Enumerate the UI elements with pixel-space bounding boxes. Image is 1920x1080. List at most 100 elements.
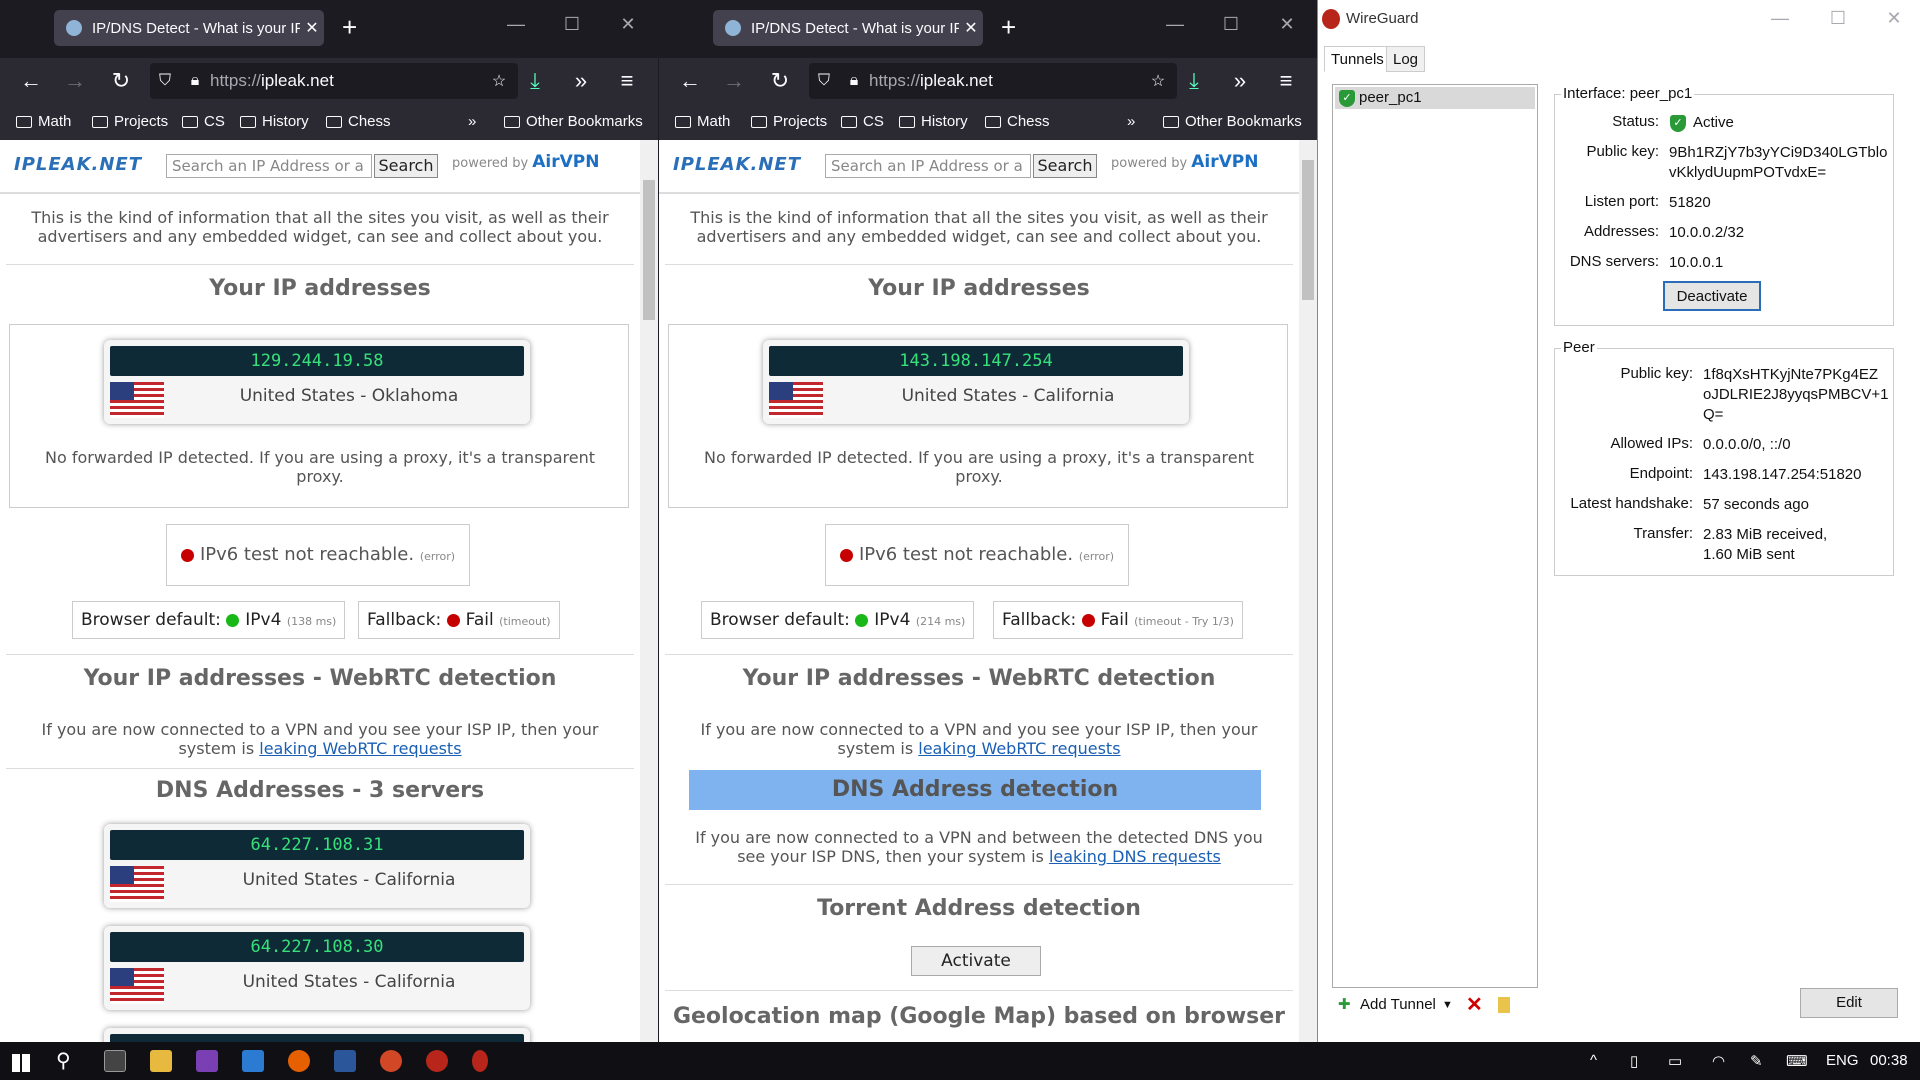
search-input[interactable]: Search an IP Address or a bbox=[825, 154, 1031, 178]
lock-icon[interactable]: 🔒︎ bbox=[839, 72, 869, 90]
shield-icon[interactable]: ⛉ bbox=[150, 72, 180, 90]
close-tab-icon[interactable]: ✕ bbox=[300, 18, 324, 38]
tunnel-item[interactable]: ✓ peer_pc1 bbox=[1335, 87, 1535, 109]
download-icon[interactable]: ⤓ bbox=[520, 66, 550, 96]
bookmark-projects[interactable]: Projects bbox=[92, 113, 168, 130]
intro-text: This is the kind of information that all… bbox=[690, 208, 1268, 246]
shield-icon[interactable]: ⛉ bbox=[809, 72, 839, 90]
onenote-icon[interactable] bbox=[196, 1050, 218, 1072]
close-tab-icon[interactable]: ✕ bbox=[959, 18, 983, 38]
browser-tab[interactable]: IP/DNS Detect - What is your IP ✕ bbox=[713, 10, 983, 46]
bookmark-projects[interactable]: Projects bbox=[751, 113, 827, 130]
webrtc-link[interactable]: leaking WebRTC requests bbox=[918, 739, 1120, 758]
close-window-button[interactable]: ✕ bbox=[1267, 14, 1307, 35]
clock[interactable]: 00:38 bbox=[1870, 1052, 1908, 1069]
search-icon[interactable]: ⚲ bbox=[56, 1048, 71, 1073]
webrtc-link[interactable]: leaking WebRTC requests bbox=[259, 739, 461, 758]
bookmark-history[interactable]: History bbox=[899, 113, 968, 130]
site-logo[interactable]: IPLEAK.NET bbox=[673, 154, 801, 175]
export-zip-icon[interactable] bbox=[1498, 997, 1510, 1013]
pen-icon[interactable]: ✎ bbox=[1750, 1052, 1763, 1070]
menu-icon[interactable]: ≡ bbox=[612, 66, 642, 96]
site-logo[interactable]: IPLEAK.NET bbox=[14, 154, 142, 175]
overflow-icon[interactable]: » bbox=[1225, 66, 1255, 96]
bookmark-other[interactable]: Other Bookmarks bbox=[1163, 113, 1302, 130]
powered-by[interactable]: powered by AirVPN bbox=[452, 152, 599, 172]
bookmark-cs[interactable]: CS bbox=[841, 113, 884, 130]
bookmark-math[interactable]: Math bbox=[16, 113, 71, 130]
lock-icon[interactable]: 🔒︎ bbox=[180, 72, 210, 90]
bookmarks-overflow-icon[interactable]: » bbox=[1127, 113, 1135, 130]
bookmark-math[interactable]: Math bbox=[675, 113, 730, 130]
minimize-button[interactable]: — bbox=[1760, 8, 1800, 29]
wireguard-taskbar-icon[interactable] bbox=[426, 1050, 448, 1072]
close-window-button[interactable]: ✕ bbox=[1874, 8, 1914, 29]
deactivate-button[interactable]: Deactivate bbox=[1663, 281, 1761, 311]
bookmark-chess[interactable]: Chess bbox=[985, 113, 1050, 130]
firefox-icon[interactable] bbox=[288, 1050, 310, 1072]
bookmark-other[interactable]: Other Bookmarks bbox=[504, 113, 643, 130]
minimize-button[interactable]: — bbox=[1155, 14, 1195, 35]
search-button[interactable]: Search bbox=[374, 154, 438, 178]
file-explorer-icon[interactable] bbox=[150, 1050, 172, 1072]
chevron-up-icon[interactable]: ^ bbox=[1590, 1052, 1597, 1069]
status-dot-icon bbox=[1081, 613, 1095, 627]
tab-log[interactable]: Log bbox=[1386, 46, 1426, 72]
folder-icon bbox=[240, 115, 256, 128]
scrollbar-thumb[interactable] bbox=[1302, 160, 1314, 300]
tab-tunnels[interactable]: Tunnels bbox=[1324, 46, 1391, 72]
powered-by[interactable]: powered by AirVPN bbox=[1111, 152, 1258, 172]
delete-tunnel-icon[interactable]: ✕ bbox=[1466, 990, 1483, 1020]
bookmarks-overflow-icon[interactable]: » bbox=[468, 113, 476, 130]
maximize-button[interactable]: ☐ bbox=[1818, 8, 1858, 29]
battery-icon[interactable]: ▭ bbox=[1668, 1052, 1682, 1070]
bookmark-star-icon[interactable]: ☆ bbox=[484, 71, 514, 91]
word-icon[interactable] bbox=[334, 1050, 356, 1072]
language-indicator[interactable]: ENG bbox=[1826, 1052, 1859, 1069]
bookmark-history[interactable]: History bbox=[240, 113, 309, 130]
activate-button[interactable]: Activate bbox=[911, 946, 1041, 976]
url-bar[interactable]: ⛉ 🔒︎ https://ipleak.net ☆ bbox=[809, 63, 1177, 99]
back-button[interactable]: ← bbox=[16, 66, 46, 96]
powerpoint-icon[interactable] bbox=[380, 1050, 402, 1072]
dns-link[interactable]: leaking DNS requests bbox=[1049, 847, 1221, 866]
taskbar: ⚲ ^ ▯ ▭ ◠ ✎ ⌨ ENG 00:38 bbox=[0, 1042, 1920, 1080]
scrollbar-thumb[interactable] bbox=[643, 180, 655, 320]
reload-button[interactable]: ↻ bbox=[106, 66, 136, 96]
search-input[interactable]: Search an IP Address or a bbox=[166, 154, 372, 178]
overflow-icon[interactable]: » bbox=[566, 66, 596, 96]
site-header: IPLEAK.NET Search an IP Address or a Sea… bbox=[0, 140, 640, 194]
windows-start-icon[interactable] bbox=[12, 1054, 30, 1072]
add-tunnel-button[interactable]: Add Tunnel bbox=[1360, 990, 1436, 1020]
bookmark-star-icon[interactable]: ☆ bbox=[1143, 71, 1173, 91]
minimize-button[interactable]: — bbox=[496, 14, 536, 35]
keyboard-icon[interactable]: ⌨ bbox=[1786, 1052, 1808, 1070]
new-tab-button[interactable]: + bbox=[342, 12, 357, 42]
wireguard-tray-app-icon[interactable] bbox=[472, 1050, 488, 1072]
bookmark-chess[interactable]: Chess bbox=[326, 113, 391, 130]
new-tab-button[interactable]: + bbox=[1001, 12, 1016, 42]
vscode-icon[interactable] bbox=[242, 1050, 264, 1072]
usb-icon[interactable]: ▯ bbox=[1630, 1052, 1638, 1070]
scrollbar[interactable] bbox=[1299, 140, 1317, 1042]
maximize-button[interactable]: ☐ bbox=[552, 14, 592, 35]
close-window-button[interactable]: ✕ bbox=[608, 14, 648, 35]
maximize-button[interactable]: ☐ bbox=[1211, 14, 1251, 35]
dns-heading: DNS Addresses - 3 servers bbox=[155, 778, 485, 803]
back-button[interactable]: ← bbox=[675, 66, 705, 96]
menu-icon[interactable]: ≡ bbox=[1271, 66, 1301, 96]
scrollbar[interactable] bbox=[640, 140, 658, 1042]
edit-button[interactable]: Edit bbox=[1800, 988, 1898, 1018]
download-icon[interactable]: ⤓ bbox=[1179, 66, 1209, 96]
browser-tab[interactable]: IP/DNS Detect - What is your IP ✕ bbox=[54, 10, 324, 46]
add-tunnel-icon[interactable]: ✚ bbox=[1338, 990, 1351, 1020]
bookmark-cs[interactable]: CS bbox=[182, 113, 225, 130]
forward-button[interactable]: → bbox=[719, 66, 749, 96]
terminal-icon[interactable] bbox=[104, 1050, 126, 1072]
forward-button[interactable]: → bbox=[60, 66, 90, 96]
dropdown-arrow-icon[interactable]: ▼ bbox=[1442, 990, 1453, 1020]
search-button[interactable]: Search bbox=[1033, 154, 1097, 178]
wifi-icon[interactable]: ◠ bbox=[1712, 1052, 1725, 1070]
reload-button[interactable]: ↻ bbox=[765, 66, 795, 96]
url-bar[interactable]: ⛉ 🔒︎ https://ipleak.net ☆ bbox=[150, 63, 518, 99]
